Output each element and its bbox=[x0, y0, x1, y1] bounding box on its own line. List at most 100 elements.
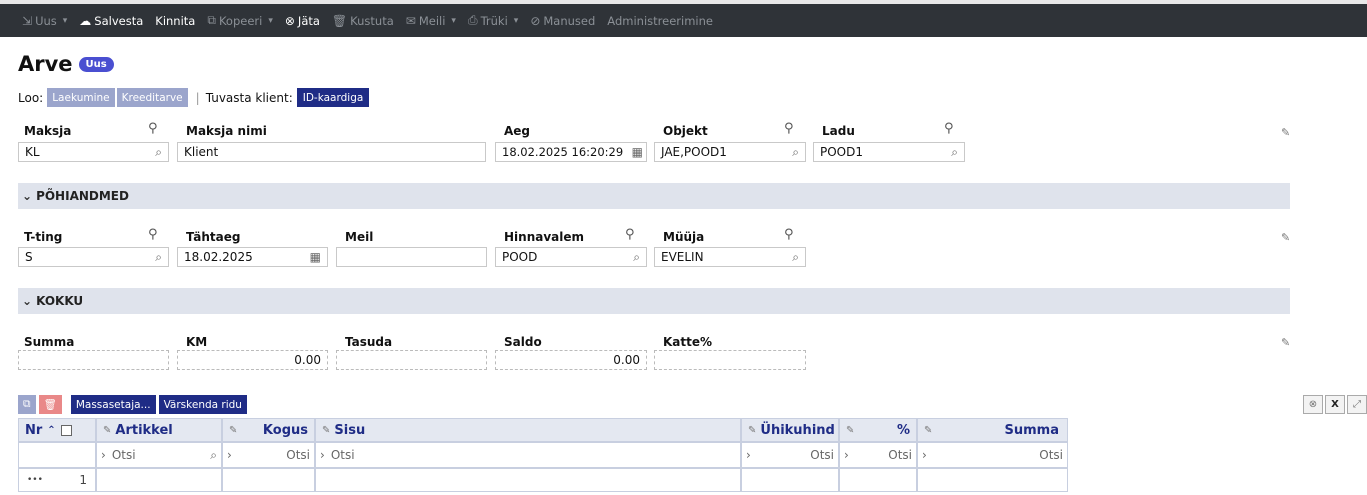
filter-pct[interactable]: › Otsi bbox=[839, 442, 917, 468]
column-header-unit-price[interactable]: ✎ Ühikuhind bbox=[741, 418, 839, 442]
calendar-icon[interactable]: ▦ bbox=[310, 250, 321, 264]
clear-filter-icon[interactable]: ⊗ bbox=[1303, 395, 1323, 414]
chevron-down-icon: ▾ bbox=[451, 15, 456, 26]
time-input[interactable]: 18.02.2025 16:20:29 ▦ bbox=[495, 142, 647, 162]
filter-article[interactable]: › Otsi ⌕ bbox=[96, 442, 222, 468]
delete-button[interactable]: 🗑 Kustuta bbox=[326, 4, 400, 37]
search-icon[interactable]: ⌕ bbox=[210, 448, 217, 463]
copy-icon: ⧉ bbox=[207, 13, 216, 27]
due-input[interactable]: 18.02.2025 ▦ bbox=[177, 247, 328, 267]
payer-name-label: Maksja nimi bbox=[186, 124, 267, 138]
object-label: Objekt bbox=[663, 124, 708, 138]
search-icon[interactable]: ⌕ bbox=[792, 250, 799, 265]
grid-toolbar: ⧉ 🗑 Massasetaja... Värskenda ridu bbox=[18, 395, 247, 414]
save-button[interactable]: ☁ Salvesta bbox=[73, 4, 149, 37]
search-icon[interactable]: ⌕ bbox=[951, 145, 958, 160]
cell-unit-price[interactable] bbox=[741, 468, 839, 492]
search-icon[interactable]: ⌕ bbox=[633, 250, 640, 265]
payer-label: Maksja bbox=[24, 124, 72, 138]
filter-unit-price[interactable]: › Otsi bbox=[741, 442, 839, 468]
object-input[interactable]: JAE,POOD1 ⌕ bbox=[654, 142, 806, 162]
excel-export-icon[interactable]: X bbox=[1325, 395, 1345, 414]
discard-icon: ⊗ bbox=[284, 13, 295, 28]
search-icon[interactable]: ⌕ bbox=[155, 250, 162, 265]
column-header-sum[interactable]: ✎ Summa bbox=[917, 418, 1068, 442]
filter-cell-nr bbox=[18, 442, 96, 468]
pricing-label: Hinnavalem bbox=[504, 230, 585, 244]
filter-sum[interactable]: › Otsi bbox=[917, 442, 1068, 468]
terms-input[interactable]: S ⌕ bbox=[18, 247, 169, 267]
discard-button[interactable]: ⊗ Jäta bbox=[279, 4, 326, 37]
link-icon[interactable]: ⚲ bbox=[148, 227, 158, 242]
pricing-input[interactable]: POOD ⌕ bbox=[495, 247, 647, 267]
link-icon[interactable]: ⚲ bbox=[784, 227, 794, 242]
calendar-icon[interactable]: ▦ bbox=[632, 145, 643, 159]
page-title-text: Arve bbox=[18, 52, 73, 76]
id-card-button[interactable]: ID-kaardiga bbox=[296, 88, 370, 107]
payer-input[interactable]: KL ⌕ bbox=[18, 142, 169, 162]
search-icon[interactable]: ⌕ bbox=[155, 145, 162, 160]
wrench-icon: ✎ bbox=[103, 424, 112, 436]
section-totals[interactable]: ⌄ KOKKU bbox=[18, 288, 1290, 314]
wrench-icon[interactable]: ✎ bbox=[1281, 126, 1290, 139]
wrench-icon: ✎ bbox=[924, 424, 933, 436]
admin-button[interactable]: Administreerimine bbox=[601, 4, 719, 37]
section-main[interactable]: ⌄ PÕHIANDMED bbox=[18, 183, 1290, 209]
terms-label: T-ting bbox=[24, 230, 63, 244]
chevron-down-icon: ▾ bbox=[513, 15, 519, 26]
select-all-checkbox[interactable] bbox=[60, 424, 72, 436]
expand-icon[interactable]: ⤢ bbox=[1347, 395, 1367, 414]
cell-sum[interactable] bbox=[917, 468, 1068, 492]
row-number: 1 bbox=[79, 473, 87, 487]
table-row[interactable]: ••• 1 bbox=[18, 468, 96, 492]
payer-name-input[interactable]: Klient bbox=[177, 142, 486, 162]
column-header-nr[interactable]: Nr ⌃ bbox=[18, 418, 96, 442]
credit-note-button[interactable]: Kreeditarve bbox=[116, 88, 188, 107]
link-icon[interactable]: ⚲ bbox=[625, 227, 635, 242]
confirm-button[interactable]: Kinnita bbox=[149, 4, 201, 37]
link-icon[interactable]: ⚲ bbox=[944, 121, 954, 136]
filter-qty[interactable]: › Otsi bbox=[222, 442, 315, 468]
print-icon: ⎙ bbox=[467, 13, 478, 27]
wrench-icon[interactable]: ✎ bbox=[1281, 336, 1290, 349]
warehouse-input[interactable]: POOD1 ⌕ bbox=[813, 142, 965, 162]
wrench-icon: ✎ bbox=[748, 424, 757, 436]
copy-row-button[interactable]: ⧉ bbox=[18, 395, 36, 414]
mail-icon: ✉ bbox=[405, 13, 416, 28]
search-icon[interactable]: ⌕ bbox=[792, 145, 799, 160]
new-button[interactable]: ⇲ Uus ▾ bbox=[16, 4, 73, 37]
filter-content[interactable]: › Otsi bbox=[315, 442, 741, 468]
mass-set-button[interactable]: Massasetaja... bbox=[70, 395, 156, 414]
receipt-button[interactable]: Laekumine bbox=[47, 88, 115, 107]
due-label: Tähtaeg bbox=[186, 230, 241, 244]
cell-article[interactable] bbox=[96, 468, 222, 492]
cell-content[interactable] bbox=[315, 468, 741, 492]
attachments-button[interactable]: ⊘ Manused bbox=[524, 4, 601, 37]
row-menu-icon[interactable]: ••• bbox=[27, 475, 43, 485]
balance-field: 0.00 bbox=[495, 350, 647, 370]
refresh-rows-button[interactable]: Värskenda ridu bbox=[158, 395, 247, 414]
print-button[interactable]: ⎙ Trüki ▾ bbox=[462, 4, 524, 37]
email-input[interactable] bbox=[336, 247, 487, 267]
time-label: Aeg bbox=[504, 124, 531, 138]
margin-label: Katte% bbox=[663, 335, 713, 349]
mail-button[interactable]: ✉ Meili ▾ bbox=[400, 4, 462, 37]
delete-icon: 🗑 bbox=[331, 13, 348, 28]
cell-qty[interactable] bbox=[222, 468, 315, 492]
column-header-pct[interactable]: ✎% bbox=[839, 418, 917, 442]
link-icon[interactable]: ⚲ bbox=[148, 121, 158, 136]
wrench-icon[interactable]: ✎ bbox=[1281, 231, 1290, 244]
seller-input[interactable]: EVELIN ⌕ bbox=[654, 247, 806, 267]
cell-pct[interactable] bbox=[839, 468, 917, 492]
delete-row-button[interactable]: 🗑 bbox=[38, 395, 62, 414]
attachment-icon: ⊘ bbox=[530, 13, 541, 28]
link-icon[interactable]: ⚲ bbox=[784, 121, 794, 136]
delete-icon: 🗑 bbox=[43, 399, 57, 411]
column-header-article[interactable]: ✎ Artikkel bbox=[96, 418, 222, 442]
column-header-content[interactable]: ✎ Sisu bbox=[315, 418, 741, 442]
chevron-down-icon: ⌄ bbox=[22, 189, 33, 203]
copy-button[interactable]: ⧉ Kopeeri ▾ bbox=[201, 4, 279, 37]
wrench-icon: ✎ bbox=[846, 424, 855, 436]
column-header-qty[interactable]: ✎ Kogus bbox=[222, 418, 315, 442]
warehouse-label: Ladu bbox=[822, 124, 855, 138]
